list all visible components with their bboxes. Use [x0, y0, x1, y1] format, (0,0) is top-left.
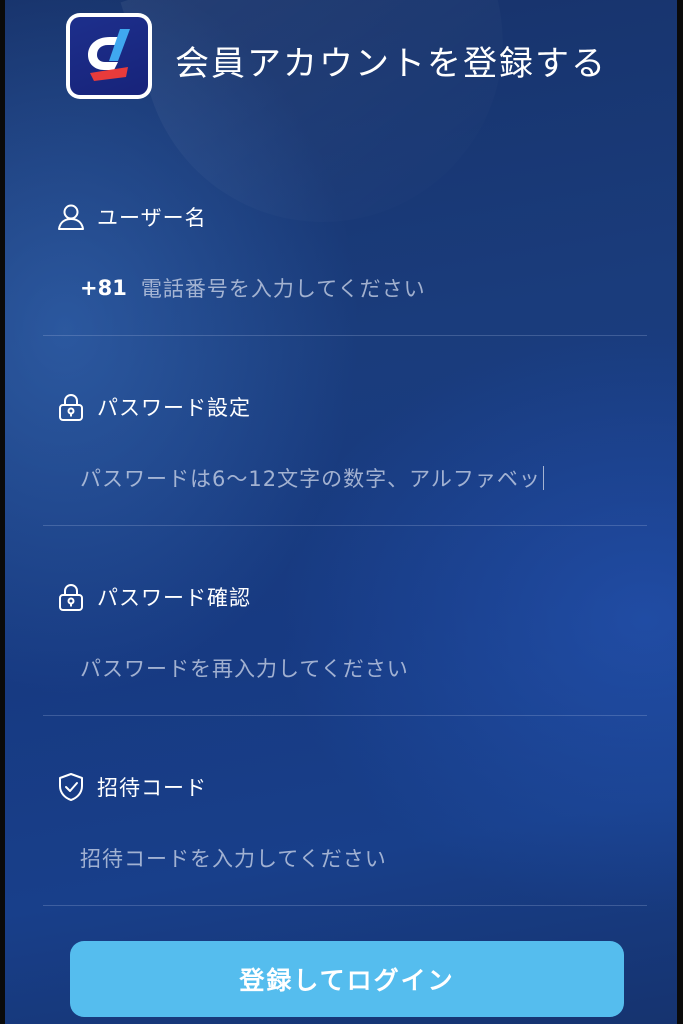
app-logo-icon [70, 17, 148, 95]
register-screen: 会員アカウントを登録する ユーザー名 +81 電話番号を入力してください パスワ… [5, 0, 677, 1024]
divider [43, 525, 647, 526]
text-caret [542, 466, 544, 490]
password-placeholder: パスワードは6～12文字の数字、アルファベッ [80, 467, 541, 491]
invite-code-input[interactable]: 招待コードを入力してください [80, 840, 620, 876]
country-code[interactable]: +81 [80, 276, 127, 300]
password-input[interactable]: パスワードは6～12文字の数字、アルファベッ [80, 460, 620, 496]
password-confirm-input[interactable]: パスワードを再入力してください [80, 650, 620, 686]
shield-check-icon [59, 773, 83, 801]
password-confirm-placeholder: パスワードを再入力してください [80, 657, 409, 681]
device-frame: 会員アカウントを登録する ユーザー名 +81 電話番号を入力してください パスワ… [0, 0, 683, 1024]
username-label-row: ユーザー名 [55, 200, 207, 234]
lock-icon [59, 393, 83, 421]
phone-input[interactable]: +81 電話番号を入力してください [80, 270, 620, 306]
phone-placeholder: 電話番号を入力してください [140, 277, 426, 301]
divider [43, 715, 647, 716]
register-login-button[interactable]: 登録してログイン [70, 941, 624, 1017]
password-label-row: パスワード設定 [55, 390, 251, 424]
invite-code-label: 招待コード [97, 776, 207, 800]
lock-icon [59, 583, 83, 611]
invite-code-label-row: 招待コード [55, 770, 207, 804]
divider [43, 335, 647, 336]
user-icon [58, 204, 84, 230]
password-label: パスワード設定 [97, 396, 251, 420]
username-label: ユーザー名 [97, 206, 207, 230]
invite-code-placeholder: 招待コードを入力してください [80, 847, 387, 871]
password-confirm-label: パスワード確認 [97, 586, 251, 610]
divider [43, 905, 647, 906]
app-logo [66, 13, 152, 99]
password-confirm-label-row: パスワード確認 [55, 580, 251, 614]
page-title: 会員アカウントを登録する [175, 44, 607, 84]
